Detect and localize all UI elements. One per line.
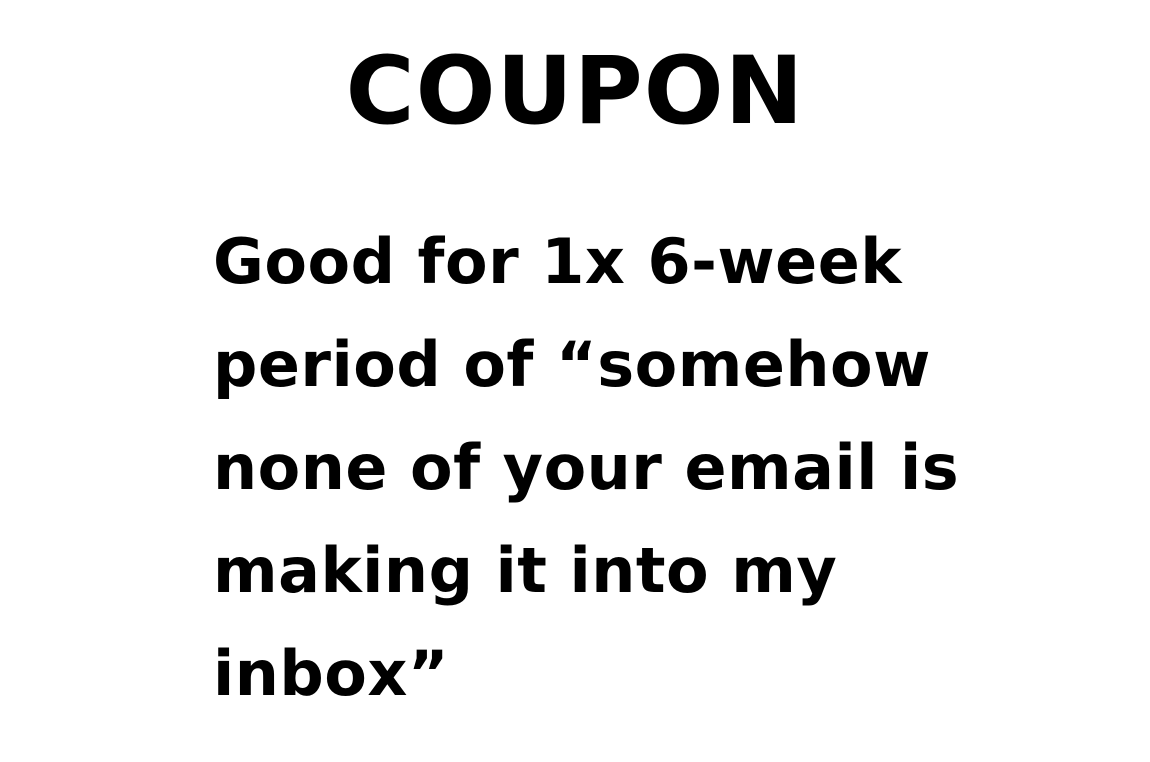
coupon-body-line: none of your email is — [213, 431, 960, 504]
coupon-body-line: period of “somehow — [213, 328, 931, 401]
coupon-card: COUPON Good for 1x 6-week period of “som… — [0, 0, 1150, 762]
coupon-body-line: Good for 1x 6-week — [213, 225, 902, 298]
coupon-title: COUPON — [345, 37, 805, 146]
coupon-body: Good for 1x 6-week period of “somehow no… — [213, 210, 1113, 725]
coupon-body-line: inbox” — [213, 637, 450, 710]
coupon-body-line: making it into my — [213, 534, 838, 607]
